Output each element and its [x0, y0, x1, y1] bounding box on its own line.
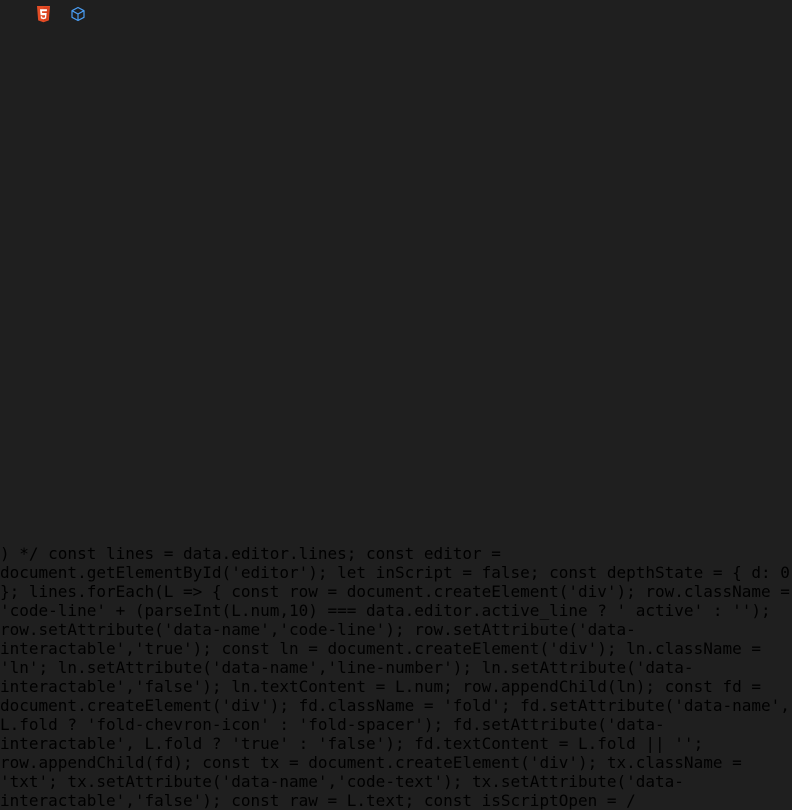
code-editor[interactable]	[0, 28, 792, 544]
breadcrumb	[0, 0, 792, 28]
breadcrumb-item-file[interactable]	[34, 5, 58, 23]
cube-icon	[70, 6, 86, 22]
html5-icon	[36, 5, 51, 23]
breadcrumb-item-symbol[interactable]	[68, 6, 93, 22]
